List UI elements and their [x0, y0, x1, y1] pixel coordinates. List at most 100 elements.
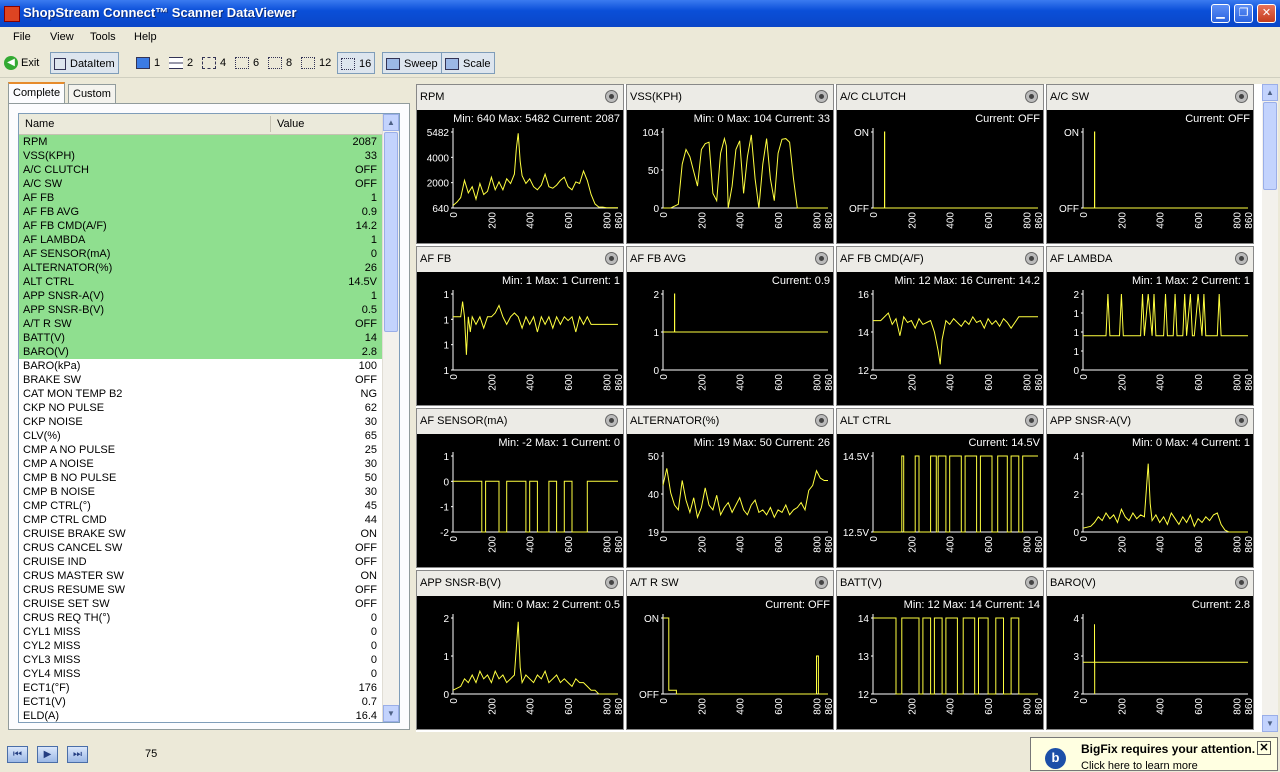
minimize-button[interactable]: ▁ [1211, 4, 1230, 23]
list-item[interactable]: CAT MON TEMP B2 NG [19, 387, 383, 401]
scroll-thumb[interactable] [384, 132, 398, 332]
chart-panel[interactable]: RPM Min: 640 Max: 5482 Current: 2087 5482 4… [416, 84, 624, 244]
list-scrollbar[interactable]: ▲ ▼ [382, 114, 399, 722]
chart-options-icon[interactable] [605, 252, 618, 265]
scroll-up-arrow[interactable]: ▲ [383, 114, 399, 131]
list-item[interactable]: CLV(%) 65 [19, 429, 383, 443]
column-divider[interactable] [270, 116, 271, 132]
chart-options-icon[interactable] [1235, 576, 1248, 589]
data-item-list[interactable]: Name Value RPM 2087 VSS(KPH) 33 A/C CLUTCH OF… [18, 113, 400, 723]
list-item[interactable]: CMP CTRL(°) 45 [19, 499, 383, 513]
layout-6-button[interactable]: 6 [232, 52, 262, 74]
list-item[interactable]: CRUS RESUME SW OFF [19, 583, 383, 597]
list-item[interactable]: BRAKE SW OFF [19, 373, 383, 387]
chart-panel[interactable]: BARO(V) Current: 2.8 4 3 2 0 200 400 600 800 860 [1046, 570, 1254, 730]
column-header-value[interactable]: Value [277, 118, 304, 130]
notification-close-button[interactable]: ✕ [1257, 741, 1271, 755]
chart-panel[interactable]: BATT(V) Min: 12 Max: 14 Current: 14 14 13 12… [836, 570, 1044, 730]
menu-view[interactable]: View [50, 31, 74, 43]
grid-scroll-thumb[interactable] [1263, 102, 1277, 190]
list-item[interactable]: CRUS REQ TH(°) 0 [19, 611, 383, 625]
exit-button[interactable]: ◀ Exit [1, 52, 42, 74]
chart-panel[interactable]: AF LAMBDA Min: 1 Max: 2 Current: 12111002… [1046, 246, 1254, 406]
scale-button[interactable]: Scale [441, 52, 495, 74]
chart-options-icon[interactable] [605, 414, 618, 427]
list-item[interactable]: ALTERNATOR(%) 26 [19, 261, 383, 275]
list-item[interactable]: AF LAMBDA 1 [19, 233, 383, 247]
chart-options-icon[interactable] [1235, 414, 1248, 427]
chart-grid-scrollbar[interactable]: ▲ ▼ [1262, 84, 1278, 732]
chart-panel[interactable]: A/C SW Current: OFF ON OFF 0 200 400 600 800 860 [1046, 84, 1254, 244]
layout-8-button[interactable]: 8 [265, 52, 295, 74]
list-item[interactable]: CYL1 MISS 0 [19, 625, 383, 639]
list-item[interactable]: APP SNSR-B(V) 0.5 [19, 303, 383, 317]
chart-panel[interactable]: AF FB AVG Current: 0.9 2 1 0 0 200 400 600 800 860 [626, 246, 834, 406]
list-item[interactable]: A/T R SW OFF [19, 317, 383, 331]
list-item[interactable]: CMP B NO PULSE 50 [19, 471, 383, 485]
chart-panel[interactable]: AF FB Min: 1 Max: 1 Current: 1 1 1 1 1 0 200 400… [416, 246, 624, 406]
list-item[interactable]: CMP CTRL CMD 44 [19, 513, 383, 527]
list-item[interactable]: CRUISE BRAKE SW ON [19, 527, 383, 541]
chart-panel[interactable]: AF SENSOR(mA) Min: -2 Max: 1 Current: 0 1 0… [416, 408, 624, 568]
list-item[interactable]: ALT CTRL 14.5V [19, 275, 383, 289]
chart-options-icon[interactable] [1025, 576, 1038, 589]
list-item[interactable]: CRUS CANCEL SW OFF [19, 541, 383, 555]
menu-tools[interactable]: Tools [90, 31, 116, 43]
list-item[interactable]: AF FB 1 [19, 191, 383, 205]
list-item[interactable]: AF FB CMD(A/F) 14.2 [19, 219, 383, 233]
chart-options-icon[interactable] [815, 252, 828, 265]
chart-panel[interactable]: A/T R SW Current: OFF ON OFF 0 200 400 600 800 86… [626, 570, 834, 730]
list-item[interactable]: VSS(KPH) 33 [19, 149, 383, 163]
tab-complete[interactable]: Complete [8, 82, 66, 104]
chart-panel[interactable]: ALT CTRL Current: 14.5V 14.5V 12.5V 0 200 400 6… [836, 408, 1044, 568]
chart-options-icon[interactable] [605, 576, 618, 589]
list-item[interactable]: BATT(V) 14 [19, 331, 383, 345]
chart-options-icon[interactable] [1025, 90, 1038, 103]
list-item[interactable]: A/C CLUTCH OFF [19, 163, 383, 177]
list-item[interactable]: CYL3 MISS 0 [19, 653, 383, 667]
list-item[interactable]: ECT1(°F) 176 [19, 681, 383, 695]
list-item[interactable]: CMP A NO PULSE 25 [19, 443, 383, 457]
list-item[interactable]: CMP A NOISE 30 [19, 457, 383, 471]
chart-options-icon[interactable] [1235, 90, 1248, 103]
close-button[interactable]: ✕ [1257, 4, 1276, 23]
column-header-name[interactable]: Name [25, 118, 54, 130]
skip-back-button[interactable]: ⏮ [7, 746, 28, 763]
chart-options-icon[interactable] [815, 90, 828, 103]
skip-forward-button[interactable]: ⏭ [67, 746, 88, 763]
list-item[interactable]: CRUISE SET SW OFF [19, 597, 383, 611]
list-item[interactable]: CRUISE IND OFF [19, 555, 383, 569]
play-button[interactable]: ▶ [37, 746, 58, 763]
menu-help[interactable]: Help [134, 31, 157, 43]
chart-panel[interactable]: ALTERNATOR(%) Min: 19 Max: 50 Current: 26… [626, 408, 834, 568]
chart-options-icon[interactable] [605, 90, 618, 103]
grid-scroll-down-arrow[interactable]: ▼ [1262, 715, 1278, 732]
list-item[interactable]: CYL2 MISS 0 [19, 639, 383, 653]
scroll-down-arrow[interactable]: ▼ [383, 705, 399, 722]
list-item[interactable]: CYL4 MISS 0 [19, 667, 383, 681]
list-item[interactable]: A/C SW OFF [19, 177, 383, 191]
layout-16-button[interactable]: 16 [337, 52, 376, 74]
chart-panel[interactable]: APP SNSR-A(V) Min: 0 Max: 4 Current: 1420… [1046, 408, 1254, 568]
chart-options-icon[interactable] [1025, 252, 1038, 265]
grid-scroll-up-arrow[interactable]: ▲ [1262, 84, 1278, 101]
maximize-button[interactable]: ❐ [1234, 4, 1253, 23]
list-item[interactable]: AF SENSOR(mA) 0 [19, 247, 383, 261]
chart-panel[interactable]: AF FB CMD(A/F) Min: 12 Max: 16 Current: 1… [836, 246, 1044, 406]
layout-1-button[interactable]: 1 [133, 52, 163, 74]
list-item[interactable]: ECT1(V) 0.7 [19, 695, 383, 709]
layout-2-button[interactable]: 2 [166, 52, 196, 74]
sweep-button[interactable]: Sweep [382, 52, 442, 74]
chart-options-icon[interactable] [815, 576, 828, 589]
chart-panel[interactable]: A/C CLUTCH Current: OFF ON OFF 0 200 400 600 800… [836, 84, 1044, 244]
list-item[interactable]: CKP NOISE 30 [19, 415, 383, 429]
list-item[interactable]: AF FB AVG 0.9 [19, 205, 383, 219]
chart-options-icon[interactable] [815, 414, 828, 427]
menu-file[interactable]: File [13, 31, 31, 43]
chart-options-icon[interactable] [1025, 414, 1038, 427]
layout-12-button[interactable]: 12 [298, 52, 334, 74]
chart-panel[interactable]: APP SNSR-B(V) Min: 0 Max: 2 Current: 0.5 2… [416, 570, 624, 730]
list-item[interactable]: APP SNSR-A(V) 1 [19, 289, 383, 303]
bigfix-notification[interactable]: b BigFix requires your attention. Click … [1030, 737, 1278, 772]
tab-custom[interactable]: Custom [68, 84, 116, 104]
